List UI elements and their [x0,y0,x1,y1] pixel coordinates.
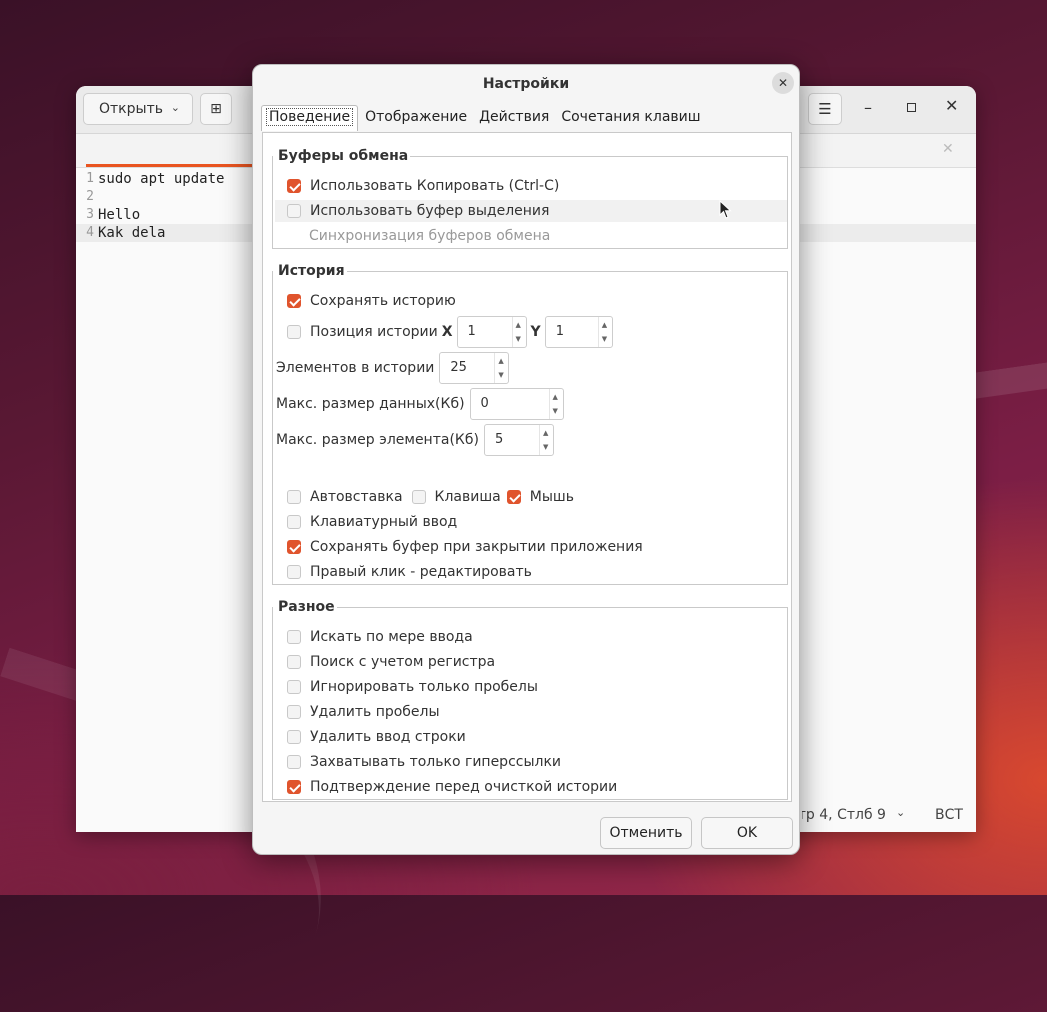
maximize-icon[interactable] [907,103,916,112]
close-icon[interactable]: ✕ [945,96,958,115]
checkbox-unchecked[interactable] [287,655,301,669]
tab-behavior[interactable]: Поведение [261,105,359,131]
confirm-clear-checkbox[interactable]: Подтверждение перед очисткой истории [287,776,617,798]
dialog-title: Настройки [482,76,570,92]
divider [395,156,787,157]
mouse-checkbox[interactable]: Мышь [530,489,574,505]
clipboard-group: Буферы обмена Использовать Копировать (C… [272,148,788,249]
spin-down-icon[interactable]: ▼ [553,407,558,415]
line-text: sudo apt update [98,171,225,187]
group-title: Буферы обмена [276,148,411,164]
use-copy-checkbox[interactable]: Использовать Копировать (Ctrl-C) [287,175,559,197]
remove-newline-checkbox[interactable]: Удалить ввод строки [287,726,466,748]
spin-up-icon[interactable]: ▲ [516,321,521,329]
checkbox-checked[interactable] [287,179,301,193]
spin-down-icon[interactable]: ▼ [602,335,607,343]
case-sensitive-checkbox[interactable]: Поиск с учетом регистра [287,651,495,673]
history-position-row: Позиция истории X 1 ▲ ▼ Y 1 ▲ ▼ [287,315,613,349]
divider [329,607,787,608]
save-history-checkbox[interactable]: Сохранять историю [287,290,456,312]
max-item-size-spinbox[interactable]: 5 ▲ ▼ [483,424,554,456]
checkbox-unchecked[interactable] [287,630,301,644]
cursor-position[interactable]: Стр 4, Стлб 9 [802,807,886,823]
max-item-size-row: Макс. размер элемента(Кб) 5 ▲ ▼ [276,423,554,457]
ignore-spaces-checkbox[interactable]: Игнорировать только пробелы [287,676,538,698]
checkbox-checked[interactable] [287,294,301,308]
settings-dialog: Настройки ✕ Поведение Отображение Действ… [252,64,800,855]
line-number: 1 [86,171,94,186]
save-on-close-checkbox[interactable]: Сохранять буфер при закрытии приложения [287,536,643,558]
tab-actions[interactable]: Действия [474,105,554,131]
checkbox-unchecked[interactable] [287,680,301,694]
close-icon[interactable]: ✕ [772,72,794,94]
checkbox-unchecked[interactable] [411,490,426,504]
insert-mode[interactable]: ВСТ [935,807,963,823]
misc-group: Разное Искать по мере ввода Поиск с учет… [272,599,788,800]
new-tab-button[interactable]: ⊞ [200,93,232,125]
history-group: История Сохранять историю Позиция истори… [272,263,788,585]
mouse-pointer-icon [719,200,732,219]
key-checkbox[interactable]: Клавиша [435,489,501,505]
history-items-spinbox[interactable]: 25 ▲ ▼ [439,352,510,384]
checkbox-checked[interactable] [287,780,301,794]
active-tab-indicator [86,164,256,167]
new-document-icon: ⊞ [210,101,222,117]
history-items-row: Элементов в истории 25 ▲ ▼ [276,351,510,385]
position-y-spinbox[interactable]: 1 ▲ ▼ [544,316,613,348]
tab-shortcuts[interactable]: Сочетания клавиш [556,105,705,131]
checkbox-unchecked[interactable] [287,565,301,579]
right-click-edit-checkbox[interactable]: Правый клик - редактировать [287,561,532,583]
behavior-page: Буферы обмена Использовать Копировать (C… [262,132,792,802]
trim-spaces-checkbox[interactable]: Удалить пробелы [287,701,440,723]
spin-up-icon[interactable]: ▲ [498,357,503,365]
checkbox-checked[interactable] [287,540,301,554]
settings-tabs: Поведение Отображение Действия Сочетания… [261,105,708,131]
autopaste-checkbox[interactable]: Автовставка [310,489,403,505]
autopaste-row: Автовставка Клавиша Мышь [287,486,574,508]
line-number: 3 [86,207,94,222]
sync-clipboards-option: Синхронизация буферов обмена [309,228,551,244]
checkbox-unchecked[interactable] [287,755,301,769]
checkbox-unchecked[interactable] [287,705,301,719]
line-number: 4 [86,225,94,240]
chevron-down-icon[interactable]: ⌄ [896,806,905,819]
group-title: История [276,263,347,279]
ok-button[interactable]: OK [701,817,793,849]
search-as-type-checkbox[interactable]: Искать по мере ввода [287,626,473,648]
line-number: 2 [86,189,94,204]
checkbox-unchecked[interactable] [287,515,301,529]
only-links-checkbox[interactable]: Захватывать только гиперссылки [287,751,561,773]
line-text: Kak dela [98,225,166,241]
spin-down-icon[interactable]: ▼ [498,371,503,379]
hamburger-icon: ☰ [818,100,832,118]
spin-up-icon[interactable]: ▲ [553,393,558,401]
spin-down-icon[interactable]: ▼ [516,335,521,343]
position-x-spinbox[interactable]: 1 ▲ ▼ [456,316,527,348]
chevron-down-icon: ⌄ [170,101,180,114]
minimize-icon[interactable]: – [864,98,872,117]
main-menu-button[interactable]: ☰ [808,93,842,125]
max-data-size-spinbox[interactable]: 0 ▲ ▼ [469,388,564,420]
group-title: Разное [276,599,337,615]
open-button-label: Открыть [99,101,163,117]
open-button[interactable]: Открыть ⌄ [83,93,193,125]
spin-up-icon[interactable]: ▲ [602,321,607,329]
keyboard-input-checkbox[interactable]: Клавиатурный ввод [287,511,457,533]
checkbox-unchecked[interactable] [287,490,301,504]
checkbox-unchecked[interactable] [287,204,301,218]
spin-up-icon[interactable]: ▲ [543,429,548,437]
max-data-size-row: Макс. размер данных(Кб) 0 ▲ ▼ [276,387,564,421]
checkbox-unchecked[interactable] [287,730,301,744]
cancel-button[interactable]: Отменить [600,817,692,849]
line-text: Hello [98,207,141,223]
use-selection-checkbox[interactable]: Использовать буфер выделения [275,200,787,222]
spin-down-icon[interactable]: ▼ [543,443,548,451]
checkbox-checked[interactable] [506,490,521,504]
tab-display[interactable]: Отображение [360,105,472,131]
divider [339,271,787,272]
tab-close-icon[interactable]: ✕ [942,141,954,157]
checkbox-unchecked[interactable] [287,325,301,339]
